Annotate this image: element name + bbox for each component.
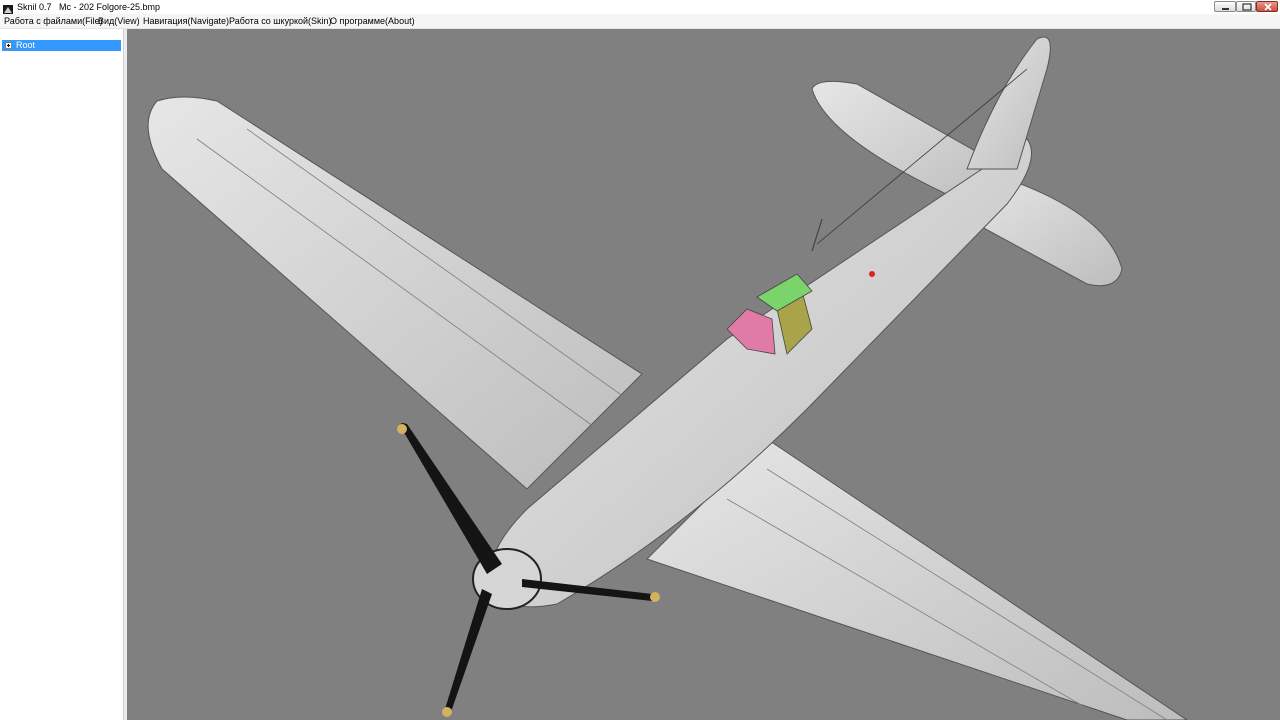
- tree-panel[interactable]: Root: [0, 29, 124, 720]
- tree-item-label: Root: [16, 40, 36, 50]
- menu-bar: Работа с файлами(File) Вид(View) Навигац…: [0, 14, 1280, 29]
- 3d-viewport[interactable]: [127, 29, 1280, 720]
- window-title: Sknil 0.7 Mc - 202 Folgore-25.bmp: [17, 2, 161, 12]
- menu-navigate[interactable]: Навигация(Navigate): [143, 15, 229, 27]
- expand-icon[interactable]: [5, 42, 12, 49]
- menu-skin[interactable]: Работа со шкуркой(Skin): [229, 15, 332, 27]
- close-button[interactable]: [1256, 1, 1278, 12]
- propeller-blade-bottom: [445, 589, 492, 714]
- left-wing: [147, 96, 643, 490]
- minimize-button[interactable]: [1214, 1, 1236, 12]
- close-icon: [1264, 3, 1272, 11]
- menu-view[interactable]: Вид(View): [98, 15, 140, 27]
- roundel: [869, 271, 875, 277]
- aircraft-model: [147, 36, 1188, 720]
- menu-file[interactable]: Работа с файлами(File): [4, 15, 103, 27]
- menu-about[interactable]: О программе(About): [330, 15, 415, 27]
- vertical-tail: [966, 36, 1051, 170]
- maximize-icon: [1242, 3, 1252, 11]
- minimize-icon: [1222, 8, 1229, 10]
- title-bar[interactable]: Sknil 0.7 Mc - 202 Folgore-25.bmp: [0, 0, 1280, 15]
- tree-item-root[interactable]: Root: [2, 40, 121, 51]
- app-icon: [3, 2, 13, 15]
- maximize-button[interactable]: [1236, 1, 1256, 12]
